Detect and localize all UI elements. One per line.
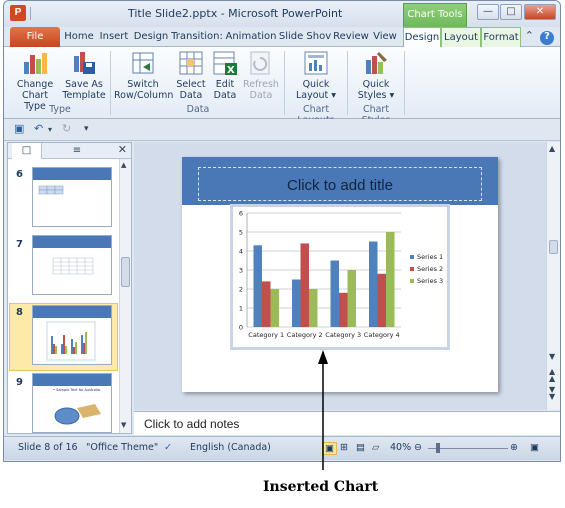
figure-caption: Inserted Chart [263, 479, 379, 495]
callout-arrow [318, 350, 328, 470]
